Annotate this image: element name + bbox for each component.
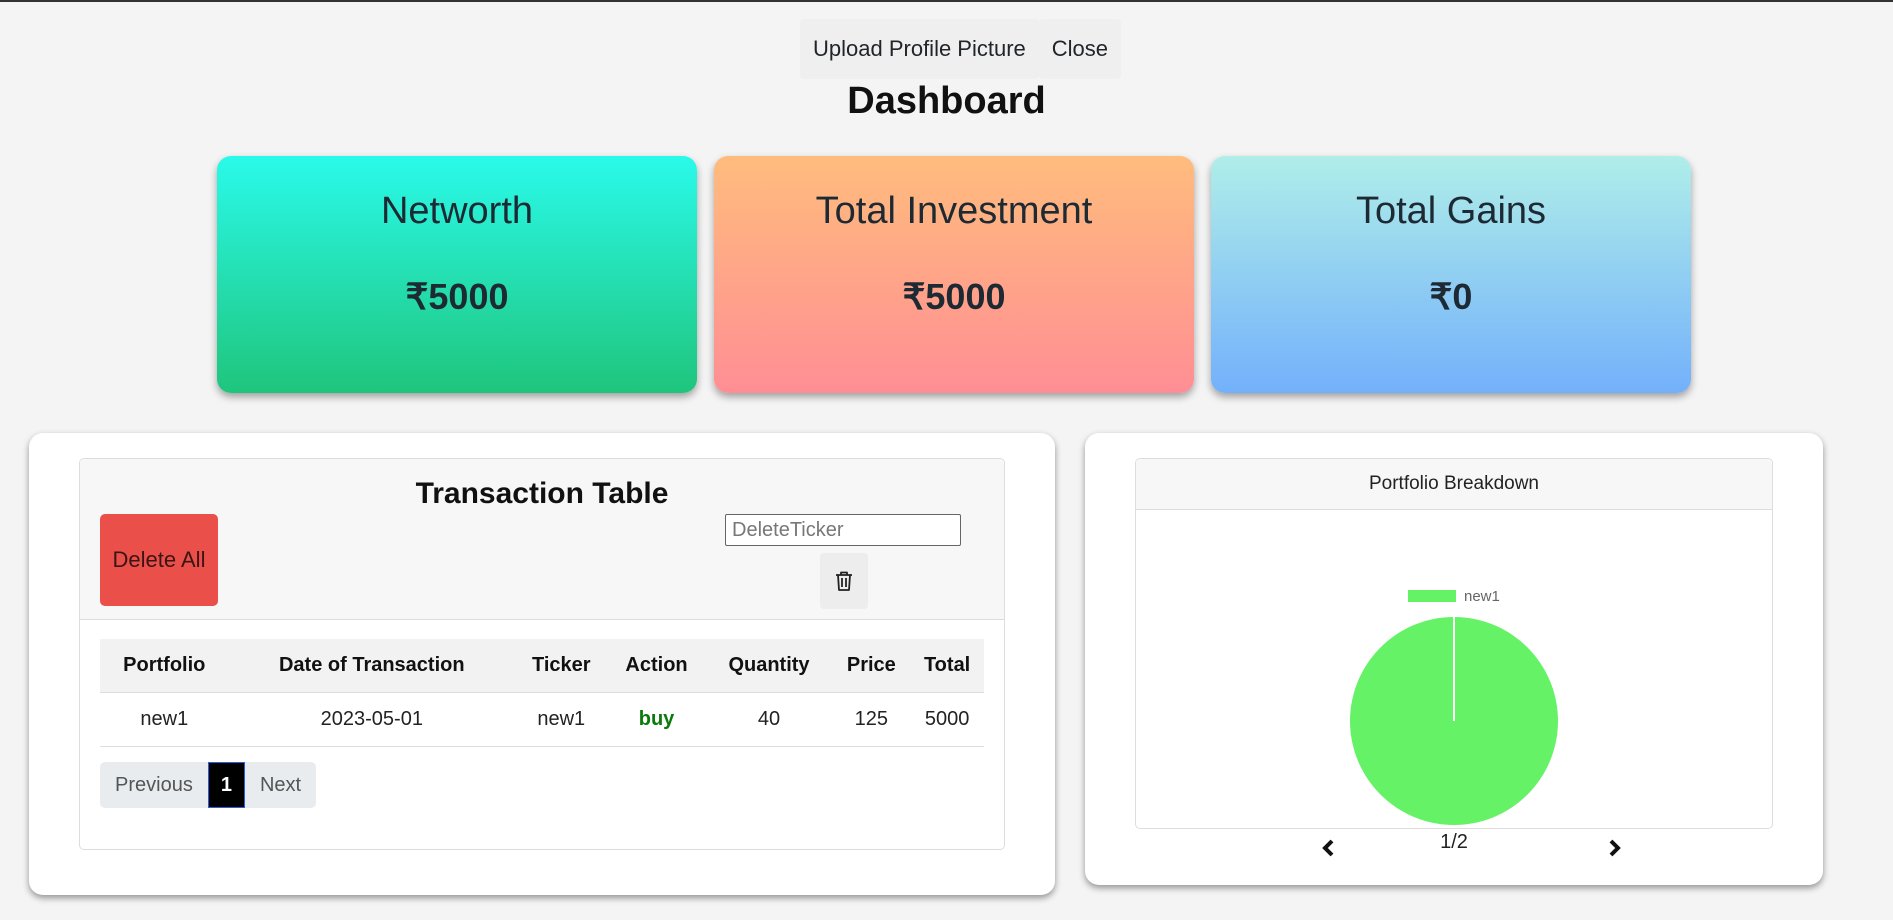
portfolio-breakdown-title: Portfolio Breakdown bbox=[1136, 459, 1772, 510]
top-toolbar: Upload Profile Picture Close bbox=[800, 19, 1122, 79]
column-header: Date of Transaction bbox=[228, 639, 516, 693]
transaction-panel: Transaction Table Delete All PortfolioDa… bbox=[29, 433, 1055, 895]
networth-label: Networth bbox=[380, 190, 534, 232]
transaction-table-title: Transaction Table bbox=[415, 477, 669, 510]
portfolio-chart-panel: Portfolio Breakdown new1 1/2 bbox=[1085, 433, 1823, 885]
column-header: Portfolio bbox=[100, 639, 229, 693]
total-investment-label: Total Investment bbox=[815, 190, 1093, 232]
close-button[interactable]: Close bbox=[1038, 19, 1122, 79]
total-investment-value: ₹5000 bbox=[902, 276, 1006, 317]
column-header: Total bbox=[910, 639, 984, 693]
trash-icon bbox=[836, 571, 852, 591]
delete-ticker-button[interactable] bbox=[820, 553, 868, 609]
next-page-button[interactable]: Next bbox=[244, 762, 317, 808]
table-header-row: Portfolio Date of Transaction Ticker Action… bbox=[100, 639, 984, 693]
portfolio-chart-card: Portfolio Breakdown new1 bbox=[1135, 458, 1773, 829]
delete-ticker-input[interactable] bbox=[725, 514, 961, 546]
transaction-table: Portfolio Date of Transaction Ticker Action… bbox=[100, 639, 984, 747]
portfolio-pie-chart: new1 bbox=[1350, 588, 1558, 825]
table-cell: buy bbox=[607, 692, 706, 747]
chevron-right-icon[interactable] bbox=[1608, 833, 1622, 864]
transaction-card-header: Transaction Table Delete All bbox=[80, 459, 1004, 620]
previous-page-button[interactable]: Previous bbox=[100, 762, 208, 808]
table-body: new1 2023-05-01 new1 buy 40 125 5000 bbox=[100, 692, 984, 747]
total-investment-card: Total Investment ₹5000 bbox=[714, 156, 1194, 393]
total-gains-card: Total Gains ₹0 bbox=[1211, 156, 1691, 393]
networth-card: Networth ₹5000 bbox=[217, 156, 697, 393]
column-header: Ticker bbox=[515, 639, 608, 693]
networth-value: ₹5000 bbox=[405, 276, 509, 317]
page-title: Dashboard bbox=[847, 80, 1046, 122]
table-cell: new1 bbox=[515, 692, 608, 747]
carousel-page-indicator: 1/2 bbox=[1440, 831, 1468, 853]
legend-swatch[interactable] bbox=[1408, 590, 1456, 602]
table-row: new1 2023-05-01 new1 buy 40 125 5000 bbox=[100, 692, 984, 747]
column-header: Action bbox=[607, 639, 706, 693]
total-gains-label: Total Gains bbox=[1355, 190, 1547, 232]
column-header: Price bbox=[832, 639, 911, 693]
total-gains-value: ₹0 bbox=[1429, 276, 1473, 317]
table-cell: 125 bbox=[832, 692, 911, 747]
pagination: Previous 1 Next bbox=[100, 762, 317, 808]
table-cell: 2023-05-01 bbox=[228, 692, 516, 747]
legend-label: new1 bbox=[1464, 588, 1500, 605]
table-cell: 40 bbox=[705, 692, 833, 747]
table-cell: 5000 bbox=[910, 692, 984, 747]
table-cell: new1 bbox=[100, 692, 229, 747]
upload-profile-picture-button[interactable]: Upload Profile Picture bbox=[800, 19, 1039, 79]
transaction-card: Transaction Table Delete All PortfolioDa… bbox=[79, 458, 1005, 850]
delete-all-button[interactable]: Delete All bbox=[100, 514, 218, 606]
column-header: Quantity bbox=[705, 639, 833, 693]
page-1-button[interactable]: 1 bbox=[207, 762, 245, 808]
